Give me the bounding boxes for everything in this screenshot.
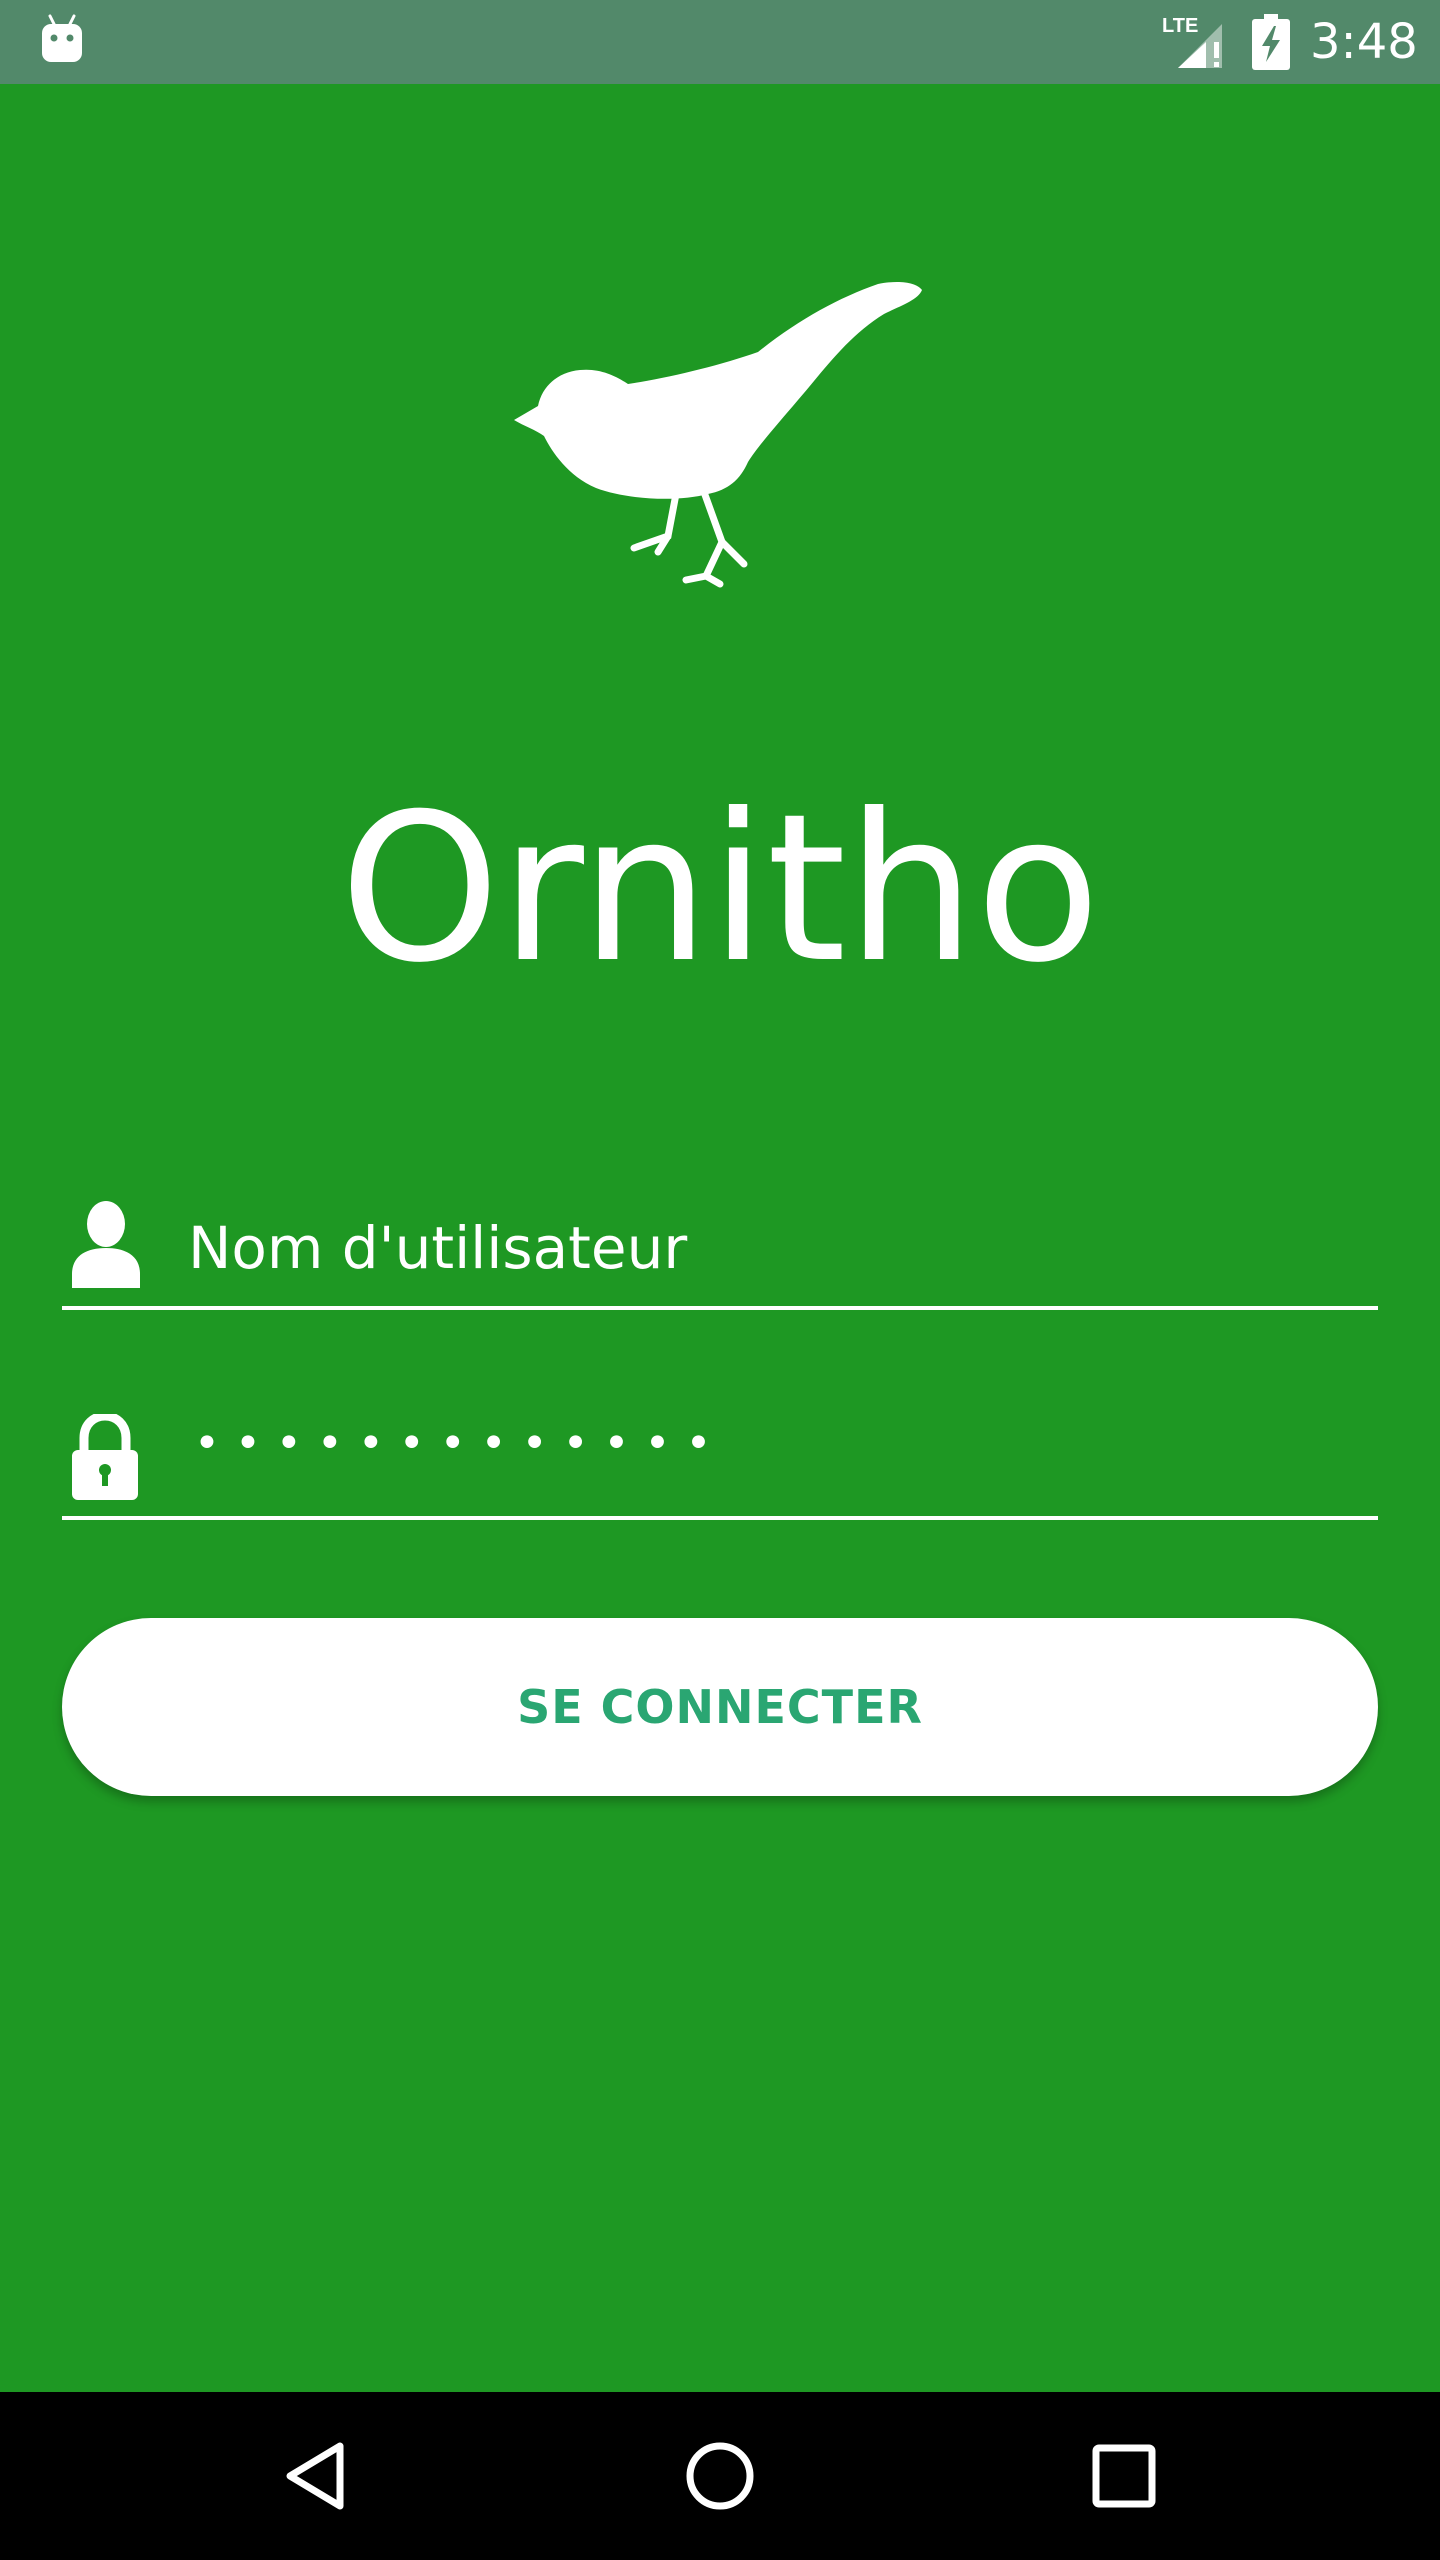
lte-signal-icon: LTE — [1162, 15, 1222, 68]
password-field[interactable]: ••••••••••••• — [62, 1400, 1378, 1520]
lock-icon — [72, 1414, 138, 1500]
status-bar: LTE 3:48 — [0, 0, 1440, 84]
home-icon[interactable] — [680, 2436, 760, 2516]
back-icon[interactable] — [276, 2436, 356, 2516]
recents-icon[interactable] — [1084, 2436, 1164, 2516]
login-button[interactable]: SE CONNECTER — [62, 1618, 1378, 1796]
username-input[interactable] — [188, 1212, 1338, 1284]
username-underline — [62, 1306, 1378, 1310]
status-clock: 3:48 — [1310, 14, 1418, 70]
password-input[interactable]: ••••••••••••• — [194, 1414, 726, 1474]
navigation-bar — [0, 2392, 1440, 2560]
battery-charging-icon — [1252, 14, 1290, 70]
username-field[interactable] — [62, 1190, 1378, 1310]
bird-icon — [514, 282, 922, 588]
password-underline — [62, 1516, 1378, 1520]
app-title: Ornitho — [339, 771, 1101, 1008]
svg-text:LTE: LTE — [1162, 15, 1198, 37]
android-icon — [42, 14, 82, 62]
user-icon — [72, 1201, 140, 1288]
